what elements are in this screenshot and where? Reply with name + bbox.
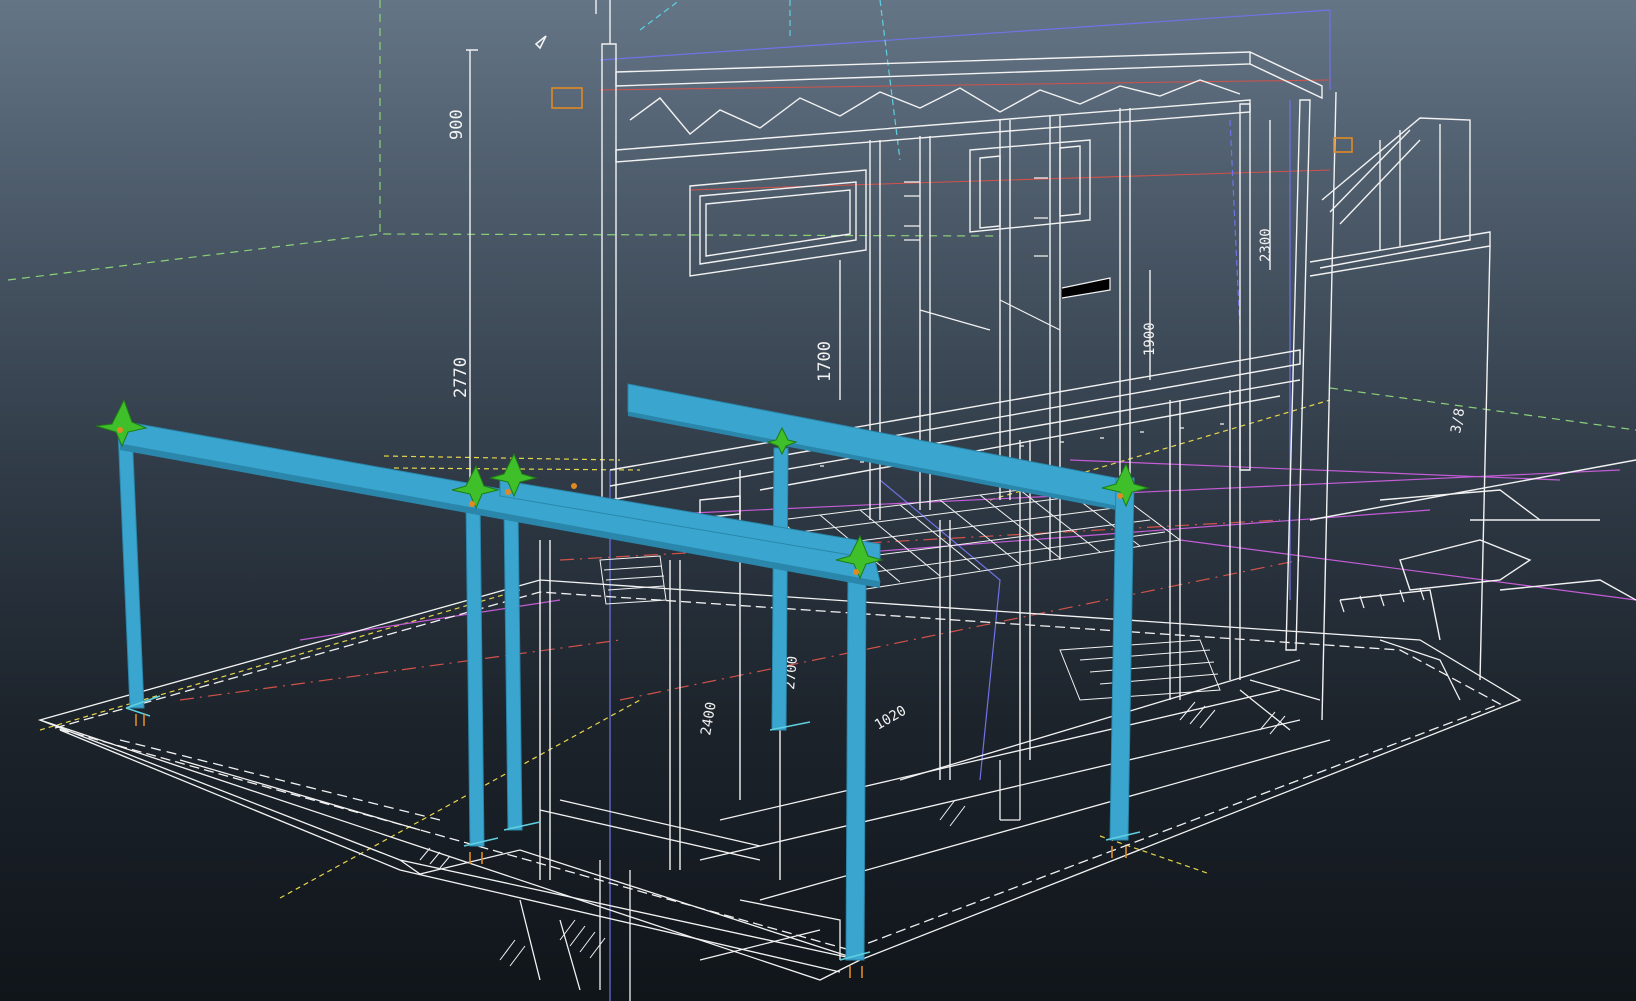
steel-beam-front bbox=[115, 419, 881, 583]
dim-900: 900 bbox=[447, 109, 467, 140]
steel-column bbox=[845, 569, 867, 961]
3d-model-viewport[interactable]: 900 2770 1700 2300 1900 2400 2700 1020 3… bbox=[0, 0, 1636, 1001]
dim-1020: 1020 bbox=[872, 703, 909, 734]
view-markers bbox=[534, 35, 1353, 153]
view-marker-icon bbox=[551, 87, 583, 109]
construction-guides bbox=[7, 0, 1636, 1001]
dim-2300: 2300 bbox=[1258, 228, 1274, 262]
steel-column bbox=[1109, 477, 1135, 841]
grip-handles[interactable] bbox=[95, 398, 1150, 580]
model-scene: 900 2770 1700 2300 1900 2400 2700 1020 3… bbox=[7, 0, 1636, 1001]
steel-column bbox=[117, 429, 145, 709]
steel-column bbox=[503, 507, 523, 831]
dim-1700: 1700 bbox=[815, 341, 835, 382]
dim-1900: 1900 bbox=[1142, 322, 1158, 356]
wall-elevation-wireframe bbox=[466, 0, 1636, 880]
steel-column bbox=[771, 447, 789, 731]
view-marker-icon bbox=[1333, 137, 1353, 153]
steel-beam-rear bbox=[627, 383, 1117, 507]
column-bases bbox=[125, 695, 1141, 978]
steel-column bbox=[465, 499, 485, 847]
dim-2400: 2400 bbox=[698, 701, 720, 737]
dim-2770: 2770 bbox=[451, 357, 471, 398]
steel-frame[interactable] bbox=[115, 383, 1135, 961]
dim-3-8: 3/8 bbox=[1448, 407, 1468, 435]
